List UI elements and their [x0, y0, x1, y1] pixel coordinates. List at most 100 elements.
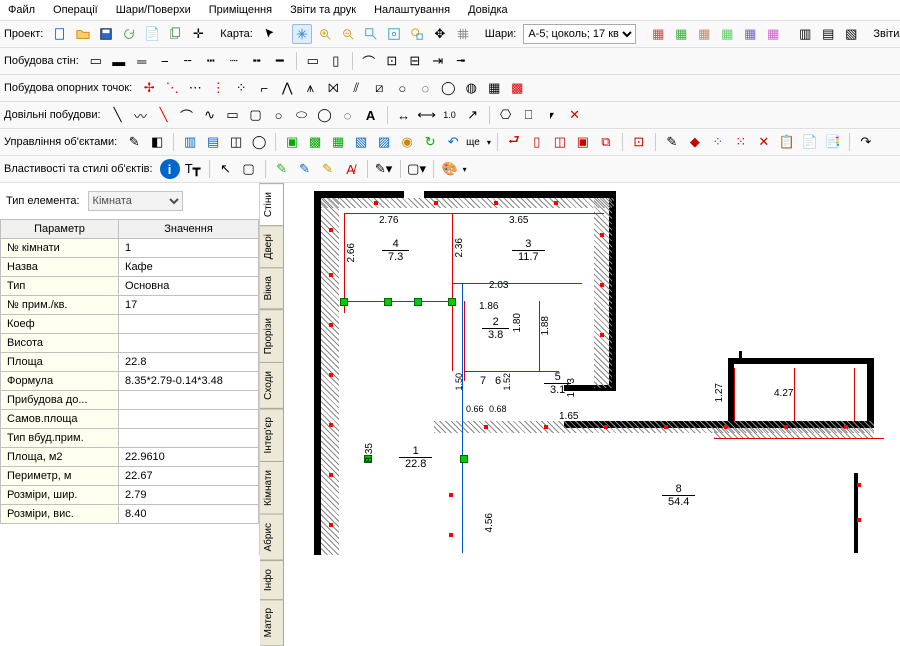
- value-cell[interactable]: Кафе: [119, 258, 259, 277]
- elemtype-combo[interactable]: Кімната: [88, 191, 183, 211]
- om-cp2-icon[interactable]: 📄: [800, 132, 820, 152]
- layer-c-icon[interactable]: ▦: [694, 24, 714, 44]
- value-cell[interactable]: 22.8: [119, 353, 259, 372]
- wall-5-icon[interactable]: ╌: [178, 51, 198, 71]
- table-row[interactable]: Формула8.35*2.79-0.14*3.48: [1, 372, 259, 391]
- om-l4-icon[interactable]: ⧉: [596, 132, 616, 152]
- fd-circ4-icon[interactable]: ◌: [338, 105, 358, 125]
- table-row[interactable]: НазваКафе: [1, 258, 259, 277]
- zoom-select-icon[interactable]: [407, 24, 427, 44]
- om-l3-icon[interactable]: ▣: [573, 132, 593, 152]
- fd-line-icon[interactable]: ╲: [108, 105, 128, 125]
- toggle-3-icon[interactable]: ▧: [841, 24, 861, 44]
- copy-icon[interactable]: [165, 24, 185, 44]
- cursor-icon[interactable]: ↖: [216, 159, 236, 179]
- layer-b-icon[interactable]: ▦: [671, 24, 691, 44]
- move-icon[interactable]: ✥: [430, 24, 450, 44]
- layer-f-icon[interactable]: ▦: [763, 24, 783, 44]
- fd-rect2-icon[interactable]: ▢: [246, 105, 266, 125]
- palette-icon[interactable]: 🎨: [440, 159, 460, 179]
- fd-ellipse-icon[interactable]: ⬭: [292, 105, 312, 125]
- wall-end-icon[interactable]: ╼: [451, 51, 471, 71]
- table-row[interactable]: Висота: [1, 334, 259, 353]
- grid-icon[interactable]: [453, 24, 473, 44]
- save-icon[interactable]: [96, 24, 116, 44]
- pt-9-icon[interactable]: ⨝: [323, 78, 343, 98]
- pt-16-icon[interactable]: ▦: [484, 78, 504, 98]
- om-2-icon[interactable]: ▩: [305, 132, 325, 152]
- om-x1-icon[interactable]: ⊡: [629, 132, 649, 152]
- vtab-openings[interactable]: Прорізи: [260, 309, 284, 363]
- value-cell[interactable]: [119, 429, 259, 448]
- menu-reports[interactable]: Звіти та друк: [290, 4, 356, 16]
- vtab-doors[interactable]: Двері: [260, 225, 284, 268]
- layers-combo[interactable]: А-5; цоколь; 17 кв: [523, 24, 636, 44]
- pen4-icon[interactable]: A̸: [341, 159, 361, 179]
- more-label[interactable]: ще: [466, 137, 480, 148]
- pt-7-icon[interactable]: ⋀: [277, 78, 297, 98]
- om-4-icon[interactable]: ▧: [351, 132, 371, 152]
- om-refresh-icon[interactable]: ↻: [420, 132, 440, 152]
- vtab-windows[interactable]: Вікна: [260, 267, 284, 309]
- om-del-icon[interactable]: ✕: [754, 132, 774, 152]
- wall-9-icon[interactable]: ━: [270, 51, 290, 71]
- om-pencil-icon[interactable]: ✎: [124, 132, 144, 152]
- vtab-mater[interactable]: Матер: [260, 599, 284, 646]
- value-cell[interactable]: 8.35*2.79-0.14*3.48: [119, 372, 259, 391]
- om-o-icon[interactable]: ◯: [249, 132, 269, 152]
- fd-poly-icon[interactable]: 〰: [131, 105, 151, 125]
- txt-icon[interactable]: T┳: [183, 159, 203, 179]
- value-cell[interactable]: [119, 391, 259, 410]
- zoom-out-icon[interactable]: [338, 24, 358, 44]
- reload-icon[interactable]: [119, 24, 139, 44]
- value-cell[interactable]: [119, 315, 259, 334]
- fd-brk-icon[interactable]: ⎖: [542, 105, 562, 125]
- fd-dim1-icon[interactable]: ↔: [394, 105, 414, 125]
- table-row[interactable]: Розміри, шир.2.79: [1, 486, 259, 505]
- open-folder-icon[interactable]: [73, 24, 93, 44]
- om-l2-icon[interactable]: ◫: [550, 132, 570, 152]
- table-row[interactable]: № кімнати1: [1, 239, 259, 258]
- toggle-1-icon[interactable]: ▥: [795, 24, 815, 44]
- pt-5-icon[interactable]: ⁘: [231, 78, 251, 98]
- wall-2-icon[interactable]: ▬: [109, 51, 129, 71]
- pen2-icon[interactable]: ✎: [295, 159, 315, 179]
- wall-curve-icon[interactable]: ⌒: [359, 51, 379, 71]
- value-cell[interactable]: 22.67: [119, 467, 259, 486]
- om-5-icon[interactable]: ▨: [374, 132, 394, 152]
- layer-d-icon[interactable]: ▦: [717, 24, 737, 44]
- fd-text-icon[interactable]: A: [361, 105, 381, 125]
- vtab-outline[interactable]: Абрис: [260, 514, 284, 561]
- vtab-interior[interactable]: Інтер'єр: [260, 408, 284, 462]
- fd-trim-icon[interactable]: ⎔: [496, 105, 516, 125]
- document-icon[interactable]: 📄: [142, 24, 162, 44]
- wall-rect2-icon[interactable]: ▯: [326, 51, 346, 71]
- om-e2-icon[interactable]: ◆: [685, 132, 705, 152]
- table-row[interactable]: Площа, м222.9610: [1, 448, 259, 467]
- fd-rline-icon[interactable]: ╲: [154, 105, 174, 125]
- om-back-icon[interactable]: ⮐: [504, 132, 524, 152]
- fd-ext-icon[interactable]: ⎕: [519, 105, 539, 125]
- menu-help[interactable]: Довідка: [468, 4, 508, 16]
- pt-3-icon[interactable]: ⋯: [185, 78, 205, 98]
- om-g-icon[interactable]: ◫: [226, 132, 246, 152]
- fd-dim2-icon[interactable]: ⟷: [417, 105, 437, 125]
- table-row[interactable]: Самов.площа: [1, 410, 259, 429]
- om-h-icon[interactable]: ▥: [180, 132, 200, 152]
- wall-merge-icon[interactable]: ⊡: [382, 51, 402, 71]
- table-row[interactable]: Коеф: [1, 315, 259, 334]
- om-e4-icon[interactable]: ⁙: [731, 132, 751, 152]
- table-row[interactable]: Тип вбуд.прим.: [1, 429, 259, 448]
- pt-12-icon[interactable]: ○: [392, 78, 412, 98]
- om-e1-icon[interactable]: ✎: [662, 132, 682, 152]
- wall-ext-icon[interactable]: ⇥: [428, 51, 448, 71]
- table-row[interactable]: Площа22.8: [1, 353, 259, 372]
- om-3-icon[interactable]: ▦: [328, 132, 348, 152]
- wall-7-icon[interactable]: ┈: [224, 51, 244, 71]
- layer-e-icon[interactable]: ▦: [740, 24, 760, 44]
- table-row[interactable]: № прим./кв.17: [1, 296, 259, 315]
- om-1-icon[interactable]: ▣: [282, 132, 302, 152]
- pt-6-icon[interactable]: ⌐: [254, 78, 274, 98]
- om-redo-icon[interactable]: ↷: [856, 132, 876, 152]
- menu-layers[interactable]: Шари/Поверхи: [116, 4, 191, 16]
